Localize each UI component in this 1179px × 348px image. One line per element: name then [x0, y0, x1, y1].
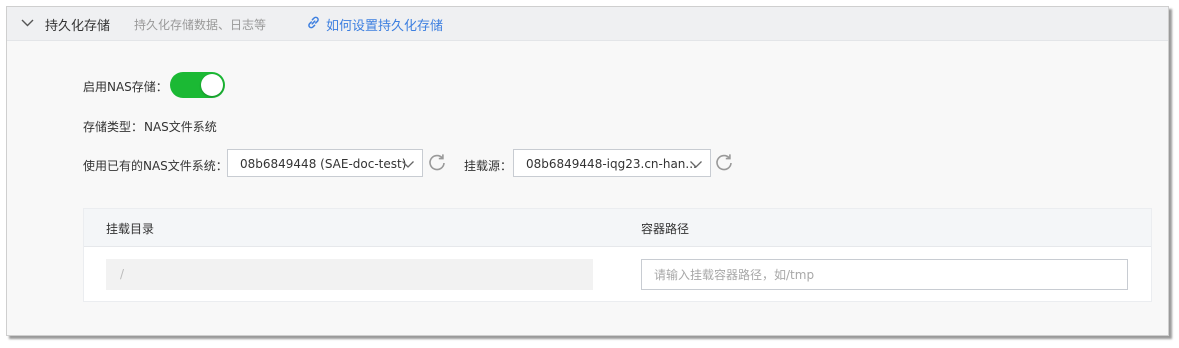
- mount-source-select[interactable]: 08b6849448-iqg23.cn-han...: [513, 149, 711, 177]
- persistent-storage-panel: 持久化存储 持久化存储数据、日志等 如何设置持久化存储 启用NAS存储： 存储类…: [6, 6, 1169, 336]
- refresh-mount-source-icon[interactable]: [714, 152, 734, 172]
- mount-dir-value: /: [120, 267, 125, 281]
- mount-source-label: 挂载源：: [464, 159, 513, 173]
- mount-source-selected: 08b6849448-iqg23.cn-han...: [526, 157, 697, 171]
- column-header-container-path: 容器路径: [641, 222, 690, 236]
- chevron-down-icon[interactable]: [20, 15, 35, 30]
- filesystem-label: 使用已有的NAS文件系统：: [83, 159, 228, 173]
- refresh-filesystem-icon[interactable]: [427, 152, 447, 172]
- chevron-down-icon: [402, 161, 414, 168]
- column-header-mount-dir: 挂载目录: [106, 222, 155, 236]
- storage-type-value: NAS文件系统: [144, 120, 217, 134]
- help-link[interactable]: 如何设置持久化存储: [326, 15, 443, 34]
- mount-dir-field: /: [106, 259, 593, 290]
- storage-type-label: 存储类型：: [83, 120, 144, 134]
- filesystem-selected: 08b6849448 (SAE-doc-test): [240, 157, 407, 171]
- panel-title: 持久化存储: [45, 19, 111, 34]
- filesystem-select[interactable]: 08b6849448 (SAE-doc-test): [227, 149, 423, 177]
- container-path-input[interactable]: [641, 259, 1128, 290]
- table-header: 挂载目录 容器路径: [84, 209, 1151, 247]
- panel-subtitle: 持久化存储数据、日志等: [134, 18, 267, 32]
- nas-enable-label: 启用NAS存储：: [83, 80, 168, 94]
- toggle-knob: [201, 74, 223, 96]
- chevron-down-icon: [690, 161, 702, 168]
- nas-enable-toggle[interactable]: [170, 72, 225, 98]
- mount-table: 挂载目录 容器路径 /: [83, 208, 1152, 302]
- link-icon[interactable]: [306, 15, 321, 30]
- panel-header[interactable]: 持久化存储 持久化存储数据、日志等 如何设置持久化存储: [7, 7, 1168, 41]
